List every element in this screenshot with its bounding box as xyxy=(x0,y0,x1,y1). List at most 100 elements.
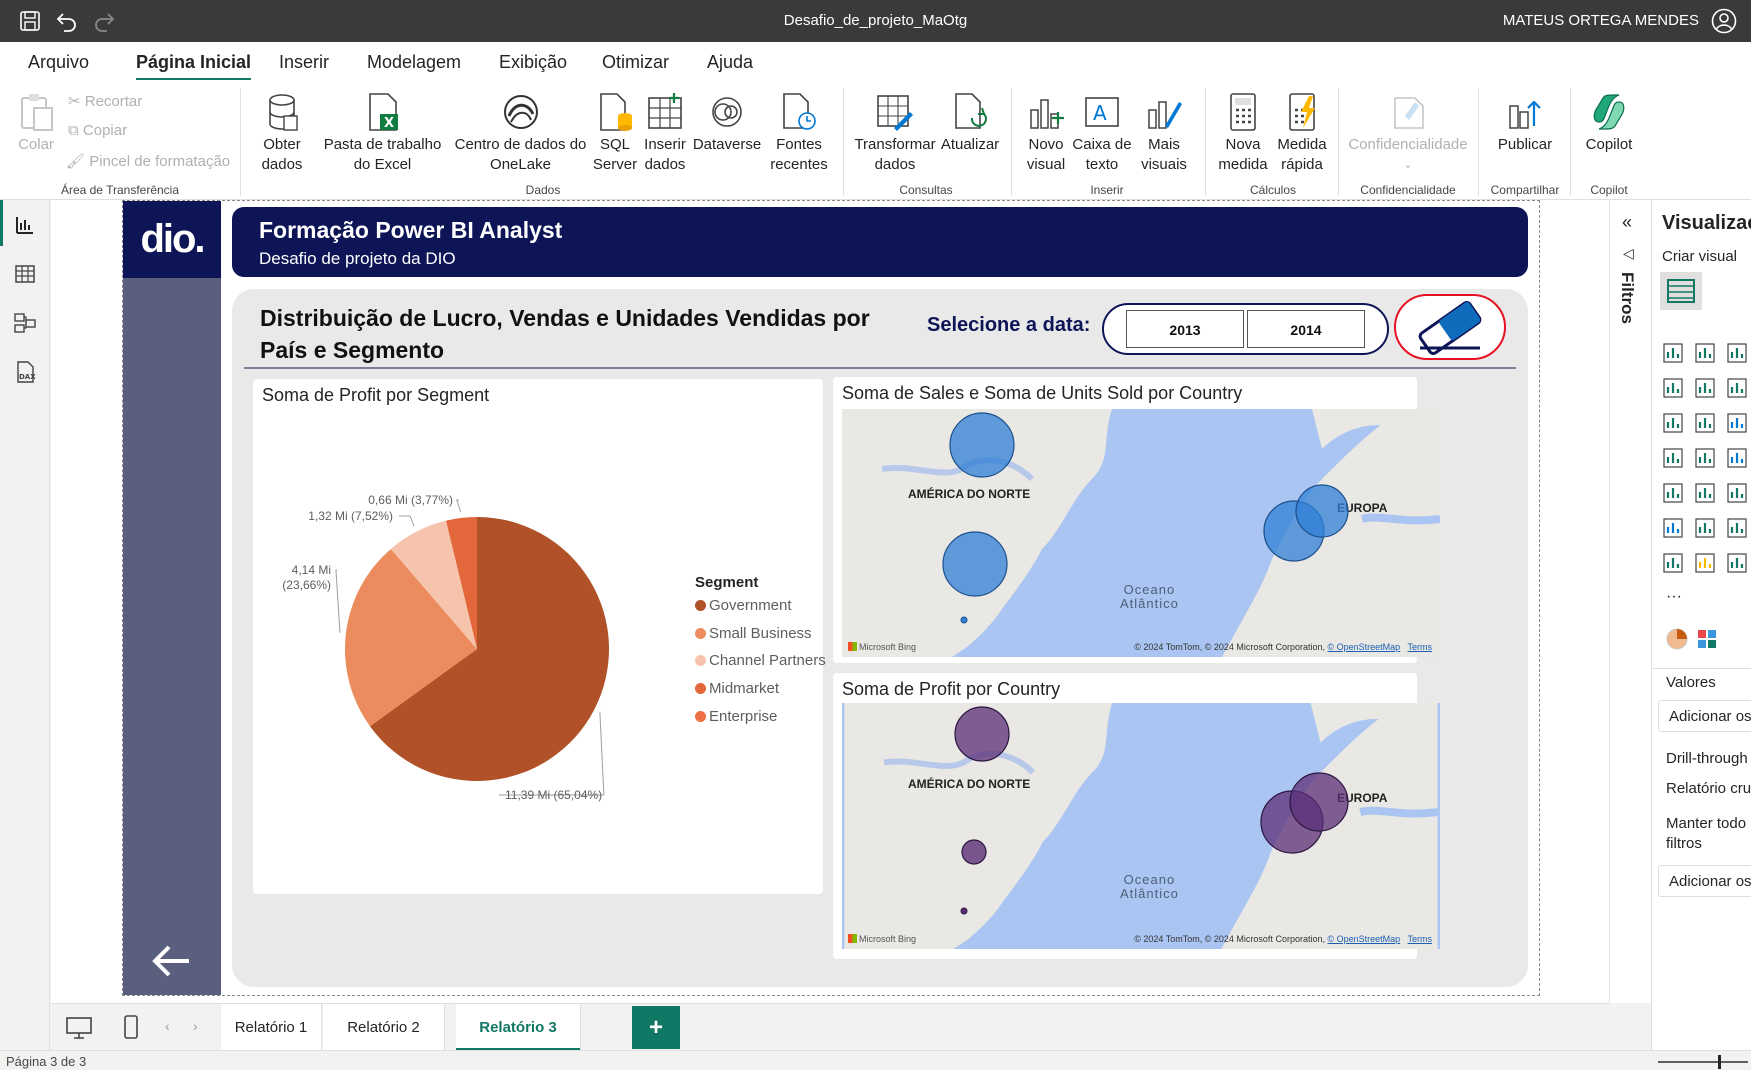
transform-data-button[interactable]: Transformar dados xyxy=(852,92,938,175)
bubble-germany[interactable] xyxy=(1289,772,1349,832)
legend-item-government[interactable]: Government xyxy=(695,597,792,614)
menu-inserir[interactable]: Inserir xyxy=(279,52,329,73)
desktop-layout-icon[interactable] xyxy=(65,1016,93,1040)
python-visual-icon[interactable] xyxy=(1662,517,1684,539)
profit-map[interactable]: AMÉRICA DO NORTE EUROPA Oceano Atlântico … xyxy=(842,703,1440,949)
bubble-mexico[interactable] xyxy=(960,907,968,915)
next-page-icon[interactable]: › xyxy=(193,1018,198,1034)
clear-filters-button[interactable] xyxy=(1394,294,1506,360)
model-view-icon[interactable] xyxy=(13,311,37,335)
ribbon-chart-icon[interactable] xyxy=(1662,412,1684,434)
legend-item-small-business[interactable]: Small Business xyxy=(695,625,812,642)
avatar-icon[interactable] xyxy=(1711,8,1737,34)
filters-pane-collapsed[interactable]: « ◁ Filtros xyxy=(1609,200,1651,1003)
line-column-icon[interactable] xyxy=(1726,377,1748,399)
bubble-usa[interactable] xyxy=(942,531,1008,597)
kpi-icon[interactable] xyxy=(1694,482,1716,504)
text-box-button[interactable]: A Caixa de texto xyxy=(1072,92,1132,175)
column-chart-icon[interactable] xyxy=(1694,342,1716,364)
back-arrow-icon[interactable] xyxy=(151,941,193,981)
bubble-usa[interactable] xyxy=(961,839,987,865)
stacked-bar-icon[interactable] xyxy=(1662,342,1684,364)
pie-chart-card[interactable]: Soma de Profit por Segment 11,39 Mi (65,… xyxy=(253,379,826,894)
funnel-icon[interactable] xyxy=(1726,412,1748,434)
sales-map[interactable]: AMÉRICA DO NORTE EUROPA Oceano Atlântico … xyxy=(842,409,1440,657)
area-chart-icon[interactable] xyxy=(1694,377,1716,399)
values-label: Valores xyxy=(1666,674,1716,691)
zoom-slider-thumb[interactable] xyxy=(1718,1055,1721,1069)
new-visual-button[interactable]: Novo visual xyxy=(1020,92,1072,175)
waterfall-icon[interactable] xyxy=(1694,412,1716,434)
prev-page-icon[interactable]: ‹ xyxy=(165,1018,170,1034)
line-chart-icon[interactable] xyxy=(1662,377,1684,399)
user-name[interactable]: MATEUS ORTEGA MENDES xyxy=(1503,12,1699,29)
onelake-button[interactable]: Centro de dados do OneLake xyxy=(453,92,588,175)
menu-arquivo[interactable]: Arquivo xyxy=(28,52,89,73)
format-visual-icon[interactable] xyxy=(1666,628,1688,650)
table-view-icon[interactable] xyxy=(13,262,37,286)
analytics-icon[interactable] xyxy=(1696,628,1718,650)
bubble-canada[interactable] xyxy=(949,412,1015,478)
map-icon[interactable] xyxy=(1694,447,1716,469)
table-visual-icon[interactable] xyxy=(1662,482,1684,504)
legend-item-enterprise[interactable]: Enterprise xyxy=(695,708,777,725)
mobile-layout-icon[interactable] xyxy=(123,1014,139,1040)
publish-button[interactable]: Publicar xyxy=(1488,92,1562,155)
bubble-mexico[interactable] xyxy=(960,616,968,624)
decomposition-icon[interactable] xyxy=(1694,517,1716,539)
filled-map-icon[interactable] xyxy=(1726,447,1748,469)
clustered-bar-icon[interactable] xyxy=(1726,342,1748,364)
matrix-icon[interactable] xyxy=(1726,482,1748,504)
sensitivity-button[interactable]: Confidencialidade ⌄ xyxy=(1346,92,1470,175)
dax-query-icon[interactable]: DAX xyxy=(13,360,37,384)
menu-pagina-inicial[interactable]: Página Inicial xyxy=(136,52,252,81)
menu-modelagem[interactable]: Modelagem xyxy=(367,52,461,73)
report-view-icon[interactable] xyxy=(13,213,37,237)
excel-workbook-button[interactable]: X Pasta de trabalho do Excel xyxy=(315,92,450,175)
paginated-icon[interactable] xyxy=(1662,552,1684,574)
treemap-icon[interactable] xyxy=(1662,447,1684,469)
profit-map-card[interactable]: Soma de Profit por Country AMÉRICA DO NO… xyxy=(833,673,1440,959)
add-drillthrough-box[interactable]: Adicionar os xyxy=(1658,865,1751,897)
year-2013-button[interactable]: 2013 xyxy=(1126,310,1244,348)
copy-button[interactable]: ⧉ Copiar xyxy=(68,122,127,139)
visualizations-pane: Visualizaç Criar visual ··· Valores Adic… xyxy=(1651,200,1751,1050)
menu-ajuda[interactable]: Ajuda xyxy=(707,52,753,73)
key-influencers-icon[interactable] xyxy=(1726,517,1748,539)
copilot-button[interactable]: Copilot xyxy=(1578,92,1640,155)
bubble-canada[interactable] xyxy=(954,706,1010,762)
profit-bubbles[interactable] xyxy=(842,703,1440,949)
cut-button[interactable]: ✂ Recortar xyxy=(68,92,142,110)
legend-item-channel-partners[interactable]: Channel Partners xyxy=(695,652,826,669)
enter-data-button[interactable]: Inserir dados xyxy=(640,92,690,175)
page-tab-relatorio-2[interactable]: Relatório 2 xyxy=(323,1004,445,1051)
menu-exibicao[interactable]: Exibição xyxy=(499,52,567,73)
bubble-germany[interactable] xyxy=(1295,484,1349,538)
legend-item-midmarket[interactable]: Midmarket xyxy=(695,680,779,697)
paste-button[interactable]: Colar xyxy=(14,92,58,155)
page-tab-relatorio-3[interactable]: Relatório 3 xyxy=(456,1004,581,1051)
add-fields-box[interactable]: Adicionar os xyxy=(1658,700,1751,732)
card-icon[interactable] xyxy=(1694,552,1716,574)
sales-bubbles[interactable] xyxy=(842,409,1440,657)
smart-narrative-icon[interactable] xyxy=(1726,552,1748,574)
more-visuals-ellipsis[interactable]: ··· xyxy=(1666,588,1682,606)
sql-server-button[interactable]: SQL Server xyxy=(590,92,640,175)
format-painter-button[interactable]: 🖌 Pincel de formatação xyxy=(66,152,230,170)
more-visuals-button[interactable]: Mais visuais xyxy=(1134,92,1194,175)
get-data-button[interactable]: Obter dados xyxy=(252,92,312,175)
zoom-slider[interactable] xyxy=(1658,1061,1748,1063)
add-page-button[interactable]: + xyxy=(632,1006,680,1049)
quick-measure-button[interactable]: Medida rápida xyxy=(1272,92,1332,175)
refresh-button[interactable]: Atualizar xyxy=(940,92,1000,155)
year-2014-button[interactable]: 2014 xyxy=(1247,310,1365,348)
filters-label[interactable]: Filtros xyxy=(1617,272,1637,324)
expand-chevron-icon[interactable]: « xyxy=(1622,212,1632,233)
page-tab-relatorio-1[interactable]: Relatório 1 xyxy=(221,1004,322,1051)
recent-sources-button[interactable]: Fontes recentes xyxy=(764,92,834,175)
menu-otimizar[interactable]: Otimizar xyxy=(602,52,669,73)
new-measure-button[interactable]: Nova medida xyxy=(1214,92,1272,175)
sales-map-card[interactable]: Soma de Sales e Soma de Units Sold por C… xyxy=(833,377,1440,663)
dataverse-button[interactable]: Dataverse xyxy=(692,92,762,155)
build-visual-tab-icon[interactable] xyxy=(1660,272,1702,310)
